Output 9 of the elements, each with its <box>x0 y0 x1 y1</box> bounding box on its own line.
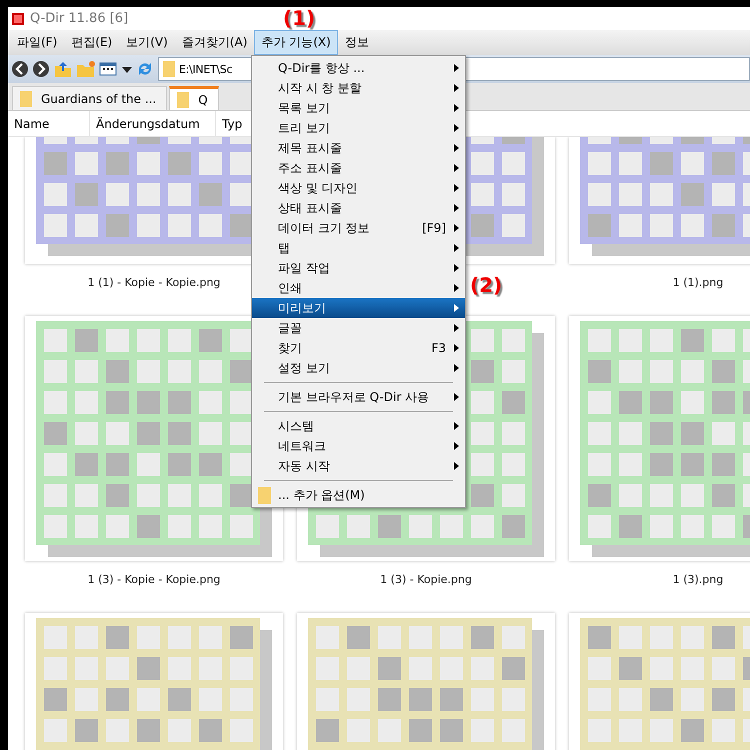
file-name: 1 (3) - Kopie.png <box>380 573 472 586</box>
file-name: 1 (3) - Kopie - Kopie.png <box>88 573 220 586</box>
file-name: 1 (3).png <box>672 573 724 586</box>
window-title: Q-Dir 11.86 [6] <box>30 11 128 26</box>
file-name: 1 (1).png <box>672 276 724 289</box>
annotation-label: (1) <box>283 7 316 30</box>
address-text: E:\INET\Sc <box>179 62 232 76</box>
file-name: 1 (1) - Kopie - Kopie.png <box>88 276 220 289</box>
annotation-label: (2) <box>470 273 502 297</box>
